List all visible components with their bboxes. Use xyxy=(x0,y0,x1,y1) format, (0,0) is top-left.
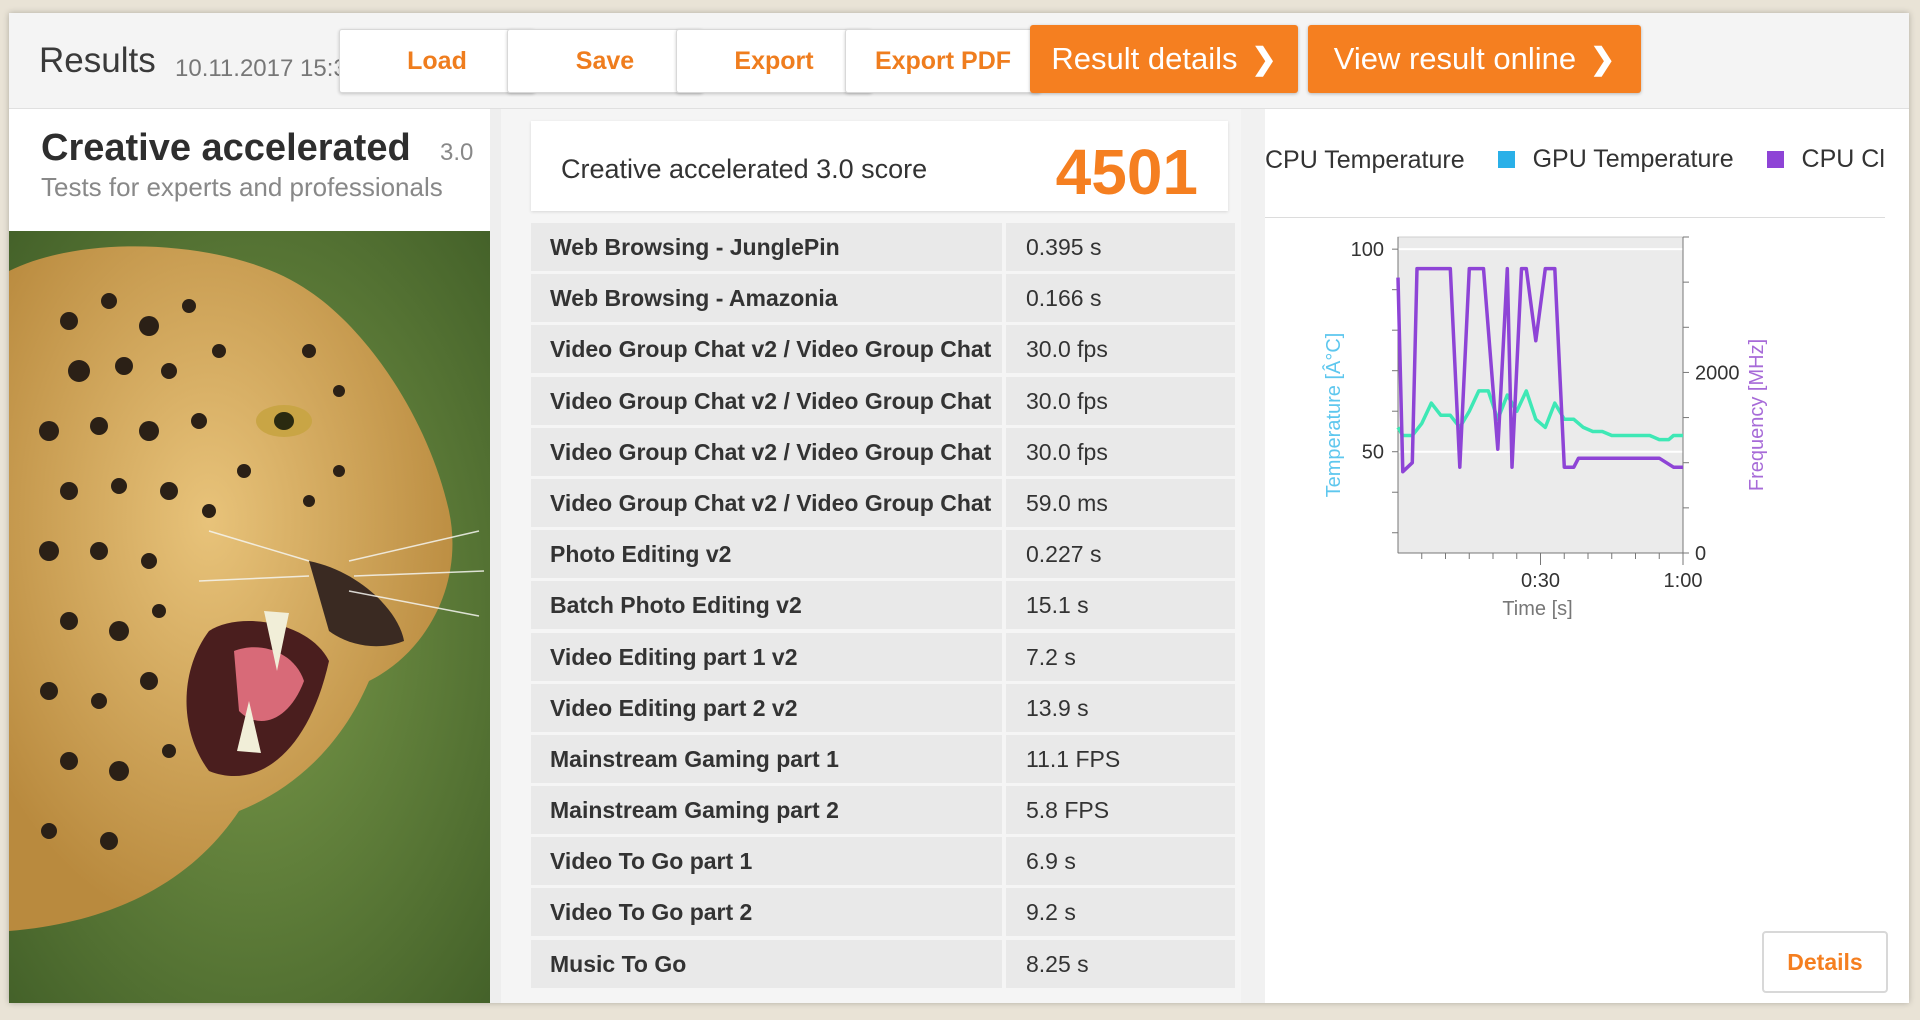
legend-item-cpu-temperature[interactable]: CPU Temperature xyxy=(1265,146,1465,175)
results-table: Web Browsing - JunglePin 0.395 s Web Brows… xyxy=(531,223,1235,991)
result-details-button[interactable]: Result details ❯ xyxy=(1030,25,1298,93)
leopard-image xyxy=(9,231,490,1003)
legend-item-cpu-clock[interactable]: CPU Cl xyxy=(1766,145,1885,174)
result-test-value: 6.9 s xyxy=(1006,837,1235,886)
benchmark-subtitle: Tests for experts and professionals xyxy=(41,172,443,202)
result-test-value: 0.166 s xyxy=(1006,274,1235,323)
result-test-name: Video Editing part 1 v2 xyxy=(531,632,1002,681)
result-row: Mainstream Gaming part 1 11.1 FPS xyxy=(531,734,1235,783)
legend-swatch xyxy=(1766,151,1784,168)
result-test-value: 13.9 s xyxy=(1006,683,1235,732)
benchmark-version: 3.0 xyxy=(440,139,474,166)
result-row: Video Group Chat v2 / Video Group Chat 30… xyxy=(531,427,1235,476)
y-left-axis-label: Temperature [Â°C] xyxy=(1322,333,1345,498)
monitoring-panel: CPU Temperature GPU Temperature CPU Cl 5… xyxy=(1265,109,1909,1003)
view-result-online-button[interactable]: View result online ❯ xyxy=(1308,25,1641,93)
result-test-value: 8.25 s xyxy=(1006,939,1235,988)
plot-area xyxy=(1397,236,1684,554)
save-button[interactable]: Save xyxy=(507,29,703,93)
result-test-name: Video To Go part 2 xyxy=(531,888,1002,937)
y-right-tick-label: 2000 xyxy=(1695,362,1740,384)
result-test-name: Video Group Chat v2 / Video Group Chat xyxy=(531,325,1002,374)
chevron-right-icon: ❯ xyxy=(1251,42,1277,76)
result-test-name: Photo Editing v2 xyxy=(531,530,1002,579)
result-test-name: Mainstream Gaming part 1 xyxy=(531,734,1002,783)
result-test-value: 30.0 fps xyxy=(1006,427,1235,476)
result-row: Mainstream Gaming part 2 5.8 FPS xyxy=(531,786,1235,835)
result-row: Video To Go part 2 9.2 s xyxy=(531,888,1235,937)
x-axis-label: Time [s] xyxy=(1502,598,1572,620)
monitoring-chart: 50 100 0 2000 0:30 1:00 Time [s] Temperature [Â… xyxy=(1322,236,1768,620)
details-button[interactable]: Details xyxy=(1762,931,1888,993)
chart-legend: CPU Temperature GPU Temperature CPU Cl xyxy=(1265,145,1909,185)
result-details-label: Result details xyxy=(1051,41,1238,76)
legend-label: GPU Temperature xyxy=(1532,145,1734,173)
result-test-name: Video Editing part 2 v2 xyxy=(531,683,1002,732)
benchmark-info-panel: Creative accelerated 3.0 Tests for exper… xyxy=(9,109,490,1003)
result-test-value: 5.8 FPS xyxy=(1006,786,1235,835)
result-test-name: Video Group Chat v2 / Video Group Chat xyxy=(531,427,1002,476)
view-result-online-label: View result online xyxy=(1333,41,1577,76)
result-test-name: Music To Go xyxy=(531,939,1002,988)
legend-divider xyxy=(1265,217,1885,218)
page-title: Results xyxy=(39,41,156,80)
legend-swatch xyxy=(1497,151,1515,168)
result-test-value: 30.0 fps xyxy=(1006,325,1235,374)
y-right-tick-label: 0 xyxy=(1695,543,1706,565)
result-row: Web Browsing - JunglePin 0.395 s xyxy=(531,223,1235,271)
result-test-value: 30.0 fps xyxy=(1006,376,1235,425)
panel-divider xyxy=(490,109,501,1003)
result-test-value: 7.2 s xyxy=(1006,632,1235,681)
result-test-value: 0.395 s xyxy=(1006,223,1235,271)
result-test-name: Batch Photo Editing v2 xyxy=(531,581,1002,630)
result-test-name: Web Browsing - Amazonia xyxy=(531,274,1002,323)
result-test-value: 15.1 s xyxy=(1006,581,1235,630)
result-test-name: Web Browsing - JunglePin xyxy=(531,223,1002,271)
result-test-name: Video Group Chat v2 / Video Group Chat xyxy=(531,478,1002,527)
result-row: Video Editing part 2 v2 13.9 s xyxy=(531,683,1235,732)
result-row: Batch Photo Editing v2 15.1 s xyxy=(531,581,1235,630)
score-value: 4501 xyxy=(1055,136,1198,208)
result-row: Music To Go 8.25 s xyxy=(531,939,1235,988)
result-row: Video Group Chat v2 / Video Group Chat 30… xyxy=(531,325,1235,374)
result-test-name: Video Group Chat v2 / Video Group Chat xyxy=(531,376,1002,425)
benchmark-name: Creative accelerated xyxy=(41,127,411,169)
result-test-name: Mainstream Gaming part 2 xyxy=(531,786,1002,835)
result-row: Video Group Chat v2 / Video Group Chat 59… xyxy=(531,478,1235,527)
toolbar: Results 10.11.2017 15:37:03 Load Save Ex… xyxy=(9,13,1909,109)
legend-label: CPU Cl xyxy=(1801,145,1885,173)
legend-label: CPU Temperature xyxy=(1265,146,1465,174)
result-row: Video Editing part 1 v2 7.2 s xyxy=(531,632,1235,681)
x-tick-label: 1:00 xyxy=(1664,570,1703,592)
export-button[interactable]: Export xyxy=(676,29,872,93)
result-test-value: 11.1 FPS xyxy=(1006,734,1235,783)
results-panel: Creative accelerated 3.0 score 4501 Web … xyxy=(501,109,1241,1003)
panel-divider xyxy=(1241,109,1265,1003)
legend-item-gpu-temperature[interactable]: GPU Temperature xyxy=(1497,145,1734,174)
x-tick-label: 0:30 xyxy=(1521,570,1560,592)
export-pdf-button[interactable]: Export PDF xyxy=(845,29,1041,93)
score-label: Creative accelerated 3.0 score xyxy=(561,154,928,184)
chevron-right-icon: ❯ xyxy=(1590,42,1616,76)
score-card: Creative accelerated 3.0 score 4501 xyxy=(531,121,1228,211)
result-test-value: 59.0 ms xyxy=(1006,478,1235,527)
result-row: Video To Go part 1 6.9 s xyxy=(531,837,1235,886)
y-left-tick-label: 100 xyxy=(1351,239,1384,261)
result-test-name: Video To Go part 1 xyxy=(531,837,1002,886)
y-left-tick-label: 50 xyxy=(1362,442,1384,464)
result-row: Web Browsing - Amazonia 0.166 s xyxy=(531,274,1235,323)
result-test-value: 0.227 s xyxy=(1006,530,1235,579)
y-right-axis-label: Frequency [MHz] xyxy=(1746,339,1768,491)
result-row: Photo Editing v2 0.227 s xyxy=(531,530,1235,579)
load-button[interactable]: Load xyxy=(339,29,535,93)
results-window: Results 10.11.2017 15:37:03 Load Save Ex… xyxy=(9,13,1909,1003)
result-row: Video Group Chat v2 / Video Group Chat 30… xyxy=(531,376,1235,425)
result-test-value: 9.2 s xyxy=(1006,888,1235,937)
